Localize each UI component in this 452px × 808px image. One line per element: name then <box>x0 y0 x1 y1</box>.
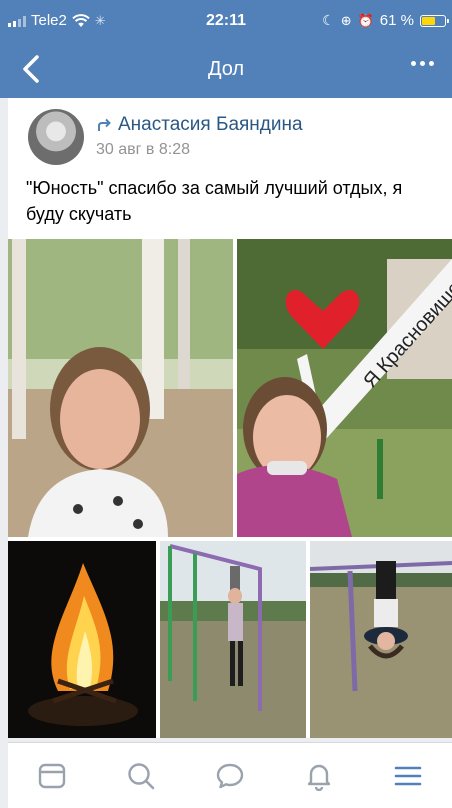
alarm-icon: ⏰ <box>357 12 374 28</box>
repost-icon <box>98 118 111 131</box>
news-icon <box>39 763 66 788</box>
avatar[interactable] <box>28 109 84 165</box>
menu-icon <box>394 766 421 785</box>
page-title: Дол <box>207 58 245 80</box>
photo-girl-on-bars[interactable] <box>160 541 306 738</box>
battery-percent: 61 % <box>379 12 414 29</box>
tab-messages[interactable] <box>210 756 250 796</box>
post-text: "Юность" спасибо за самый лучший отдых, … <box>26 178 403 224</box>
nav-bar: Дол <box>0 40 452 98</box>
photo-grid: Я Красновишерск <box>8 239 452 738</box>
status-right: ☾ ⊕ ⏰ 61 % <box>322 12 449 29</box>
photo-image <box>310 541 452 738</box>
photo-selfie-sign[interactable]: Я Красновишерск <box>237 239 452 537</box>
status-bar: Tele2 ✳ 22:11 ☾ ⊕ ⏰ 61 % <box>0 0 452 40</box>
tab-notifications[interactable] <box>299 756 339 796</box>
more-icon[interactable] <box>411 61 434 66</box>
notifications-icon <box>307 764 330 791</box>
photo-image <box>8 239 233 537</box>
tab-news[interactable] <box>32 756 72 796</box>
battery-icon <box>420 14 449 27</box>
photo-image <box>8 541 156 738</box>
tab-bar <box>8 742 452 808</box>
photo-image <box>160 541 306 738</box>
moon-icon: ☾ <box>322 12 335 28</box>
lock-rotation-icon: ⊕ <box>340 12 352 28</box>
post-author[interactable]: Анастасия Баяндина <box>96 114 303 136</box>
post-date[interactable]: 30 авг в 8:28 <box>96 141 190 159</box>
messages-icon <box>216 763 244 788</box>
search-icon <box>128 762 155 789</box>
author-name: Анастасия Баяндина <box>118 114 303 135</box>
photo-bonfire[interactable] <box>8 541 156 738</box>
photo-girl-upside-down[interactable] <box>310 541 452 738</box>
tab-menu[interactable] <box>388 756 428 796</box>
photo-selfie-birches[interactable] <box>8 239 233 537</box>
tab-search[interactable] <box>121 756 161 796</box>
post-card: Анастасия Баяндина 30 авг в 8:28 "Юность… <box>8 98 452 738</box>
photo-image: Я Красновишерск <box>237 239 452 537</box>
